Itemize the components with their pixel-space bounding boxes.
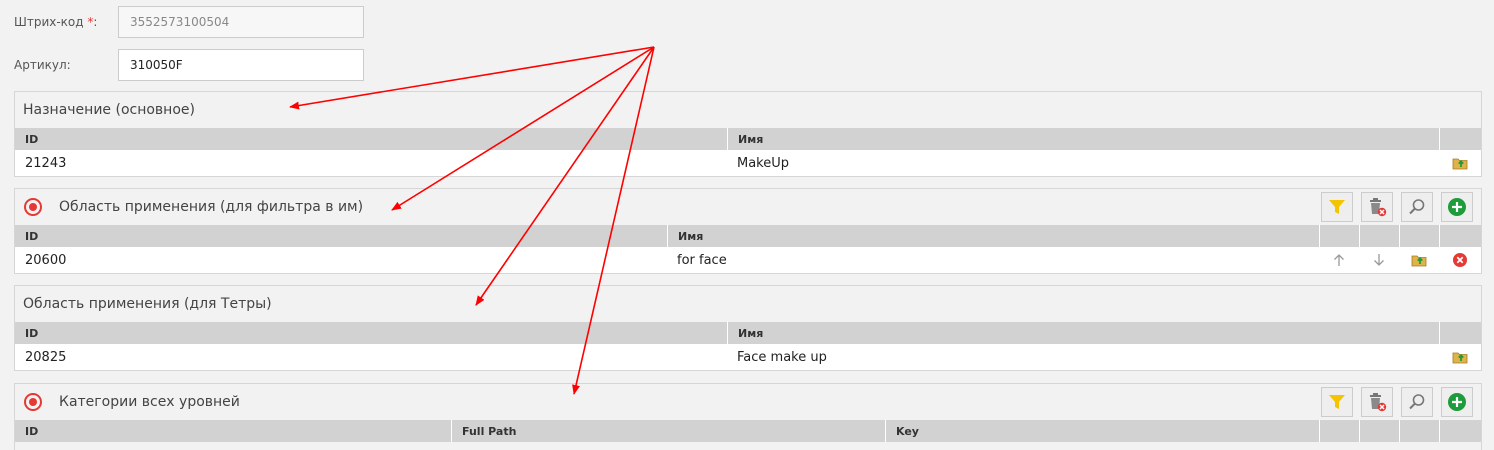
filter-icon bbox=[1329, 200, 1345, 214]
arrow-down-icon[interactable] bbox=[1359, 247, 1399, 273]
col-header-up bbox=[1319, 225, 1359, 247]
col-header-actions bbox=[1439, 322, 1481, 344]
article-row: Артикул: 310050F bbox=[14, 49, 364, 81]
col-header-remove bbox=[1439, 225, 1481, 247]
folder-open-icon[interactable] bbox=[1439, 150, 1481, 176]
target-icon[interactable] bbox=[23, 392, 43, 412]
table-row[interactable]: 20825 Face make up bbox=[15, 344, 1481, 370]
trash-delete-icon bbox=[1370, 198, 1387, 217]
barcode-field[interactable]: 3552573100504 bbox=[118, 6, 364, 38]
col-header-actions bbox=[1439, 128, 1481, 150]
cell-name: MakeUp bbox=[737, 155, 790, 171]
panel-header: Область применения (для Тетры) bbox=[15, 286, 1481, 322]
folder-open-icon[interactable] bbox=[1399, 247, 1439, 273]
add-icon bbox=[1448, 198, 1466, 216]
add-icon bbox=[1448, 393, 1466, 411]
col-header-key[interactable]: Key bbox=[885, 420, 1319, 442]
article-field[interactable]: 310050F bbox=[118, 49, 364, 81]
remove-icon[interactable] bbox=[1439, 247, 1481, 273]
col-header-down bbox=[1359, 420, 1399, 442]
panel-toolbar bbox=[1321, 192, 1473, 222]
search-icon bbox=[1409, 199, 1425, 215]
barcode-label: Штрих-код *: bbox=[14, 15, 98, 29]
table-row[interactable]: 21243 MakeUp bbox=[15, 150, 1481, 176]
panel-usage-filter: Область применения (для фильтра в им) ID… bbox=[14, 188, 1482, 274]
panel-title: Область применения (для фильтра в им) bbox=[59, 199, 364, 215]
grid-header: ID Имя bbox=[15, 225, 1481, 247]
grid-header: ID Имя bbox=[15, 128, 1481, 150]
col-header-id[interactable]: ID bbox=[15, 128, 727, 150]
col-header-name[interactable]: Имя bbox=[667, 225, 1319, 247]
cell-id: 20825 bbox=[25, 349, 67, 365]
panel-categories: Категории всех уровней ID Full Path Key bbox=[14, 383, 1482, 450]
panel-purpose-main: Назначение (основное) ID Имя 21243 MakeU… bbox=[14, 91, 1482, 177]
trash-delete-icon bbox=[1370, 393, 1387, 412]
panel-title: Назначение (основное) bbox=[23, 102, 195, 118]
barcode-row: Штрих-код *: 3552573100504 bbox=[14, 6, 364, 38]
table-row[interactable]: 20600 for face bbox=[15, 247, 1481, 273]
grid-header: ID Имя bbox=[15, 322, 1481, 344]
search-button[interactable] bbox=[1401, 192, 1433, 222]
col-header-id[interactable]: ID bbox=[15, 225, 667, 247]
col-header-down bbox=[1359, 225, 1399, 247]
target-icon[interactable] bbox=[23, 197, 43, 217]
panel-title: Категории всех уровней bbox=[59, 394, 240, 410]
add-button[interactable] bbox=[1441, 387, 1473, 417]
delete-all-button[interactable] bbox=[1361, 192, 1393, 222]
filter-button[interactable] bbox=[1321, 387, 1353, 417]
panel-toolbar bbox=[1321, 387, 1473, 417]
delete-all-button[interactable] bbox=[1361, 387, 1393, 417]
panel-header: Категории всех уровней bbox=[15, 384, 1481, 420]
add-button[interactable] bbox=[1441, 192, 1473, 222]
col-header-up bbox=[1319, 420, 1359, 442]
panel-header: Область применения (для фильтра в им) bbox=[15, 189, 1481, 225]
col-header-open bbox=[1399, 420, 1439, 442]
cell-name: Face make up bbox=[737, 349, 827, 365]
col-header-remove bbox=[1439, 420, 1481, 442]
folder-open-icon[interactable] bbox=[1439, 344, 1481, 370]
panel-usage-tetra: Область применения (для Тетры) ID Имя 20… bbox=[14, 285, 1482, 371]
cell-id: 21243 bbox=[25, 155, 67, 171]
filter-icon bbox=[1329, 395, 1345, 409]
panel-title: Область применения (для Тетры) bbox=[23, 296, 272, 312]
search-button[interactable] bbox=[1401, 387, 1433, 417]
cell-name: for face bbox=[677, 252, 727, 268]
arrow-up-icon[interactable] bbox=[1319, 247, 1359, 273]
article-label: Артикул: bbox=[14, 58, 71, 72]
grid-header: ID Full Path Key bbox=[15, 420, 1481, 442]
col-header-open bbox=[1399, 225, 1439, 247]
col-header-name[interactable]: Имя bbox=[727, 322, 1439, 344]
col-header-name[interactable]: Имя bbox=[727, 128, 1439, 150]
panel-header: Назначение (основное) bbox=[15, 92, 1481, 128]
col-header-full-path[interactable]: Full Path bbox=[451, 420, 885, 442]
filter-button[interactable] bbox=[1321, 192, 1353, 222]
col-header-id[interactable]: ID bbox=[15, 420, 451, 442]
search-icon bbox=[1409, 394, 1425, 410]
cell-id: 20600 bbox=[25, 252, 67, 268]
col-header-id[interactable]: ID bbox=[15, 322, 727, 344]
